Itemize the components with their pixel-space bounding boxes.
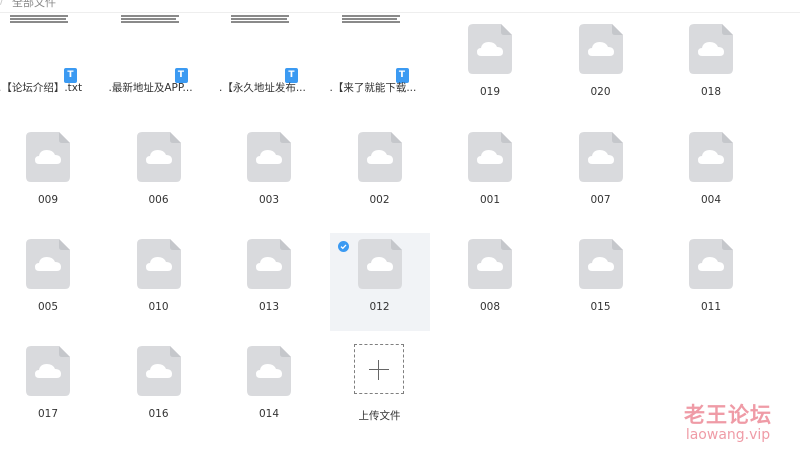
cloud-file-icon bbox=[247, 239, 291, 289]
file-name: 002 bbox=[369, 194, 390, 206]
file-item[interactable]: 004 bbox=[661, 126, 761, 224]
file-item[interactable]: 017 bbox=[0, 340, 98, 438]
cloud-file-icon bbox=[136, 346, 181, 396]
file-item[interactable]: T .【来了就能下载... bbox=[330, 15, 430, 116]
file-item[interactable]: 014 bbox=[219, 340, 319, 438]
file-item[interactable]: T .【永久地址发布... bbox=[219, 15, 319, 116]
file-item[interactable]: 012 bbox=[329, 233, 430, 331]
file-name: .【论坛介绍】.txt bbox=[0, 82, 83, 94]
cloud-file-icon bbox=[26, 346, 70, 396]
text-preview bbox=[120, 14, 179, 28]
file-name: 016 bbox=[148, 408, 169, 420]
cloud-file-icon bbox=[578, 239, 623, 289]
file-name: 005 bbox=[37, 301, 59, 313]
file-name: 010 bbox=[148, 301, 169, 313]
file-name: 018 bbox=[700, 86, 722, 98]
cloud-file-icon bbox=[689, 239, 733, 289]
file-item[interactable]: 001 bbox=[440, 126, 540, 224]
file-item[interactable]: 002 bbox=[330, 126, 430, 224]
cloud-file-icon bbox=[136, 239, 181, 289]
cloud-file-icon bbox=[578, 24, 623, 74]
file-name: 012 bbox=[369, 301, 390, 313]
text-preview bbox=[341, 14, 400, 28]
file-name: 013 bbox=[258, 301, 280, 313]
file-name: 014 bbox=[258, 408, 280, 420]
text-preview bbox=[10, 14, 68, 28]
cloud-file-icon bbox=[247, 346, 291, 396]
upload-file-button[interactable]: 上传文件 bbox=[330, 340, 430, 438]
cloud-file-icon bbox=[26, 132, 70, 182]
upload-box[interactable] bbox=[353, 344, 404, 394]
file-name: 006 bbox=[148, 194, 169, 206]
cloud-file-icon bbox=[357, 132, 402, 182]
file-name: 011 bbox=[700, 301, 722, 313]
file-manager: / 全部文件 T .【论坛介绍】.txt T .最新地址及APP... T .【永久地址发… bbox=[0, 0, 800, 449]
cloud-file-icon bbox=[247, 132, 291, 182]
watermark: 老王论坛 laowang.vip bbox=[668, 399, 788, 443]
file-name: 015 bbox=[590, 301, 611, 313]
cloud-file-icon bbox=[468, 132, 512, 182]
file-name: 009 bbox=[37, 194, 59, 206]
watermark-en: laowang.vip bbox=[685, 427, 771, 443]
file-item[interactable]: 010 bbox=[109, 233, 209, 331]
file-name: 020 bbox=[590, 86, 611, 98]
file-item[interactable]: 015 bbox=[551, 233, 651, 331]
file-name: 003 bbox=[258, 194, 280, 206]
file-item[interactable]: T .最新地址及APP... bbox=[109, 15, 209, 116]
file-name: .最新地址及APP... bbox=[108, 82, 193, 94]
file-name: 019 bbox=[479, 86, 501, 98]
cloud-file-icon bbox=[357, 239, 402, 289]
file-item[interactable]: T .【论坛介绍】.txt bbox=[0, 15, 98, 116]
file-name: 007 bbox=[590, 194, 611, 206]
text-preview bbox=[231, 14, 289, 28]
file-item[interactable]: 019 bbox=[440, 18, 540, 116]
cloud-file-icon bbox=[136, 132, 181, 182]
cloud-file-icon bbox=[468, 239, 512, 289]
file-item[interactable]: 003 bbox=[219, 126, 319, 224]
plus-icon-stroke bbox=[378, 360, 380, 380]
cloud-file-icon bbox=[468, 24, 512, 74]
file-item[interactable]: 005 bbox=[0, 233, 98, 331]
file-item[interactable]: 009 bbox=[0, 126, 98, 224]
file-grid: T .【论坛介绍】.txt T .最新地址及APP... T .【永久地址发布... T .【… bbox=[0, 0, 800, 449]
file-item[interactable]: 016 bbox=[109, 340, 209, 438]
file-name: 017 bbox=[37, 408, 59, 420]
file-item[interactable]: 006 bbox=[109, 126, 209, 224]
cloud-file-icon bbox=[689, 24, 733, 74]
watermark-cn: 老王论坛 bbox=[684, 403, 772, 427]
cloud-file-icon bbox=[689, 132, 733, 182]
file-item[interactable]: 008 bbox=[440, 233, 540, 331]
file-name: 001 bbox=[479, 194, 501, 206]
file-name: 004 bbox=[700, 194, 722, 206]
checkbox-checked-icon[interactable] bbox=[337, 241, 349, 252]
file-name: .【永久地址发布... bbox=[219, 82, 306, 94]
file-item[interactable]: 011 bbox=[661, 233, 761, 331]
file-item[interactable]: 020 bbox=[551, 18, 651, 116]
upload-label: 上传文件 bbox=[358, 410, 401, 422]
file-item[interactable]: 007 bbox=[551, 126, 651, 224]
file-item[interactable]: 018 bbox=[661, 18, 761, 116]
file-name: 008 bbox=[479, 301, 501, 313]
file-name: .【来了就能下载... bbox=[329, 82, 417, 94]
cloud-file-icon bbox=[578, 132, 623, 182]
cloud-file-icon bbox=[26, 239, 70, 289]
file-item[interactable]: 013 bbox=[219, 233, 319, 331]
